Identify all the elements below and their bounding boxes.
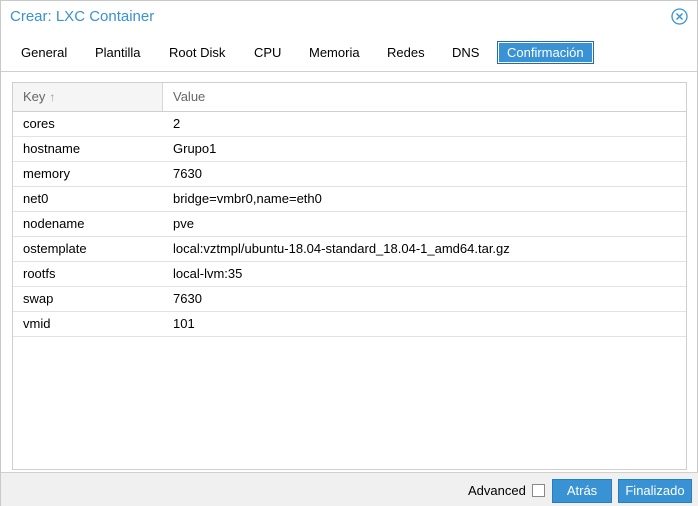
column-header-value[interactable]: Value [163, 83, 686, 111]
arrow-up-icon: ↑ [49, 90, 56, 104]
row-value: local-lvm:35 [173, 266, 243, 281]
column-header-key[interactable]: Key ↑ [13, 83, 163, 111]
table-row[interactable]: vmid 101 [13, 312, 686, 337]
grid-header: Key ↑ Value [13, 83, 686, 112]
table-row[interactable]: nodename pve [13, 212, 686, 237]
tab-confirmacion[interactable]: Confirmación [497, 41, 594, 64]
row-value: 7630 [173, 291, 202, 306]
back-button[interactable]: Atrás [552, 479, 612, 503]
title-bar: Crear: LXC Container [1, 1, 698, 33]
table-row[interactable]: cores 2 [13, 112, 686, 137]
tab-bar: General Plantilla Root Disk CPU Memoria … [1, 33, 698, 72]
table-row[interactable]: memory 7630 [13, 162, 686, 187]
table-row[interactable]: hostname Grupo1 [13, 137, 686, 162]
tab-memoria[interactable]: Memoria [299, 41, 370, 64]
row-value: bridge=vmbr0,name=eth0 [173, 191, 322, 206]
summary-grid: Key ↑ Value cores 2 hostname Grupo1 memor… [12, 82, 687, 470]
finish-button[interactable]: Finalizado [618, 479, 692, 503]
tab-cpu[interactable]: CPU [244, 41, 291, 64]
row-value: 2 [173, 116, 181, 131]
advanced-checkbox[interactable] [532, 484, 545, 497]
row-key: ostemplate [23, 241, 87, 256]
row-value: 7630 [173, 166, 202, 181]
grid-rows: cores 2 hostname Grupo1 memory 7630 net0… [13, 112, 686, 337]
column-key-label: Key [23, 89, 46, 104]
row-key: swap [23, 291, 54, 306]
column-value-label: Value [173, 89, 206, 104]
row-value: Grupo1 [173, 141, 217, 156]
row-key: memory [23, 166, 70, 181]
row-key: net0 [23, 191, 49, 206]
tab-general[interactable]: General [11, 41, 77, 64]
table-row[interactable]: ostemplate local:vztmpl/ubuntu-18.04-sta… [13, 237, 686, 262]
table-row[interactable]: rootfs local-lvm:35 [13, 262, 686, 287]
row-value: local:vztmpl/ubuntu-18.04-standard_18.04… [173, 241, 510, 256]
table-row[interactable]: swap 7630 [13, 287, 686, 312]
confirmation-panel: Key ↑ Value cores 2 hostname Grupo1 memor… [1, 72, 698, 472]
row-key: hostname [23, 141, 81, 156]
advanced-label: Advanced [468, 483, 526, 498]
tab-root-disk[interactable]: Root Disk [159, 41, 235, 64]
row-key: rootfs [23, 266, 56, 281]
row-key: cores [23, 116, 55, 131]
tab-redes[interactable]: Redes [377, 41, 435, 64]
tab-plantilla[interactable]: Plantilla [85, 41, 151, 64]
row-value: pve [173, 216, 194, 231]
close-icon[interactable] [671, 8, 688, 25]
dialog-title: Crear: LXC Container [10, 8, 155, 25]
dialog-footer: Advanced Atrás Finalizado [1, 472, 698, 506]
row-key: vmid [23, 316, 51, 331]
create-lxc-dialog: Crear: LXC Container General Plantilla R… [0, 0, 698, 506]
row-key: nodename [23, 216, 85, 231]
tab-dns[interactable]: DNS [442, 41, 489, 64]
row-value: 101 [173, 316, 195, 331]
table-row[interactable]: net0 bridge=vmbr0,name=eth0 [13, 187, 686, 212]
